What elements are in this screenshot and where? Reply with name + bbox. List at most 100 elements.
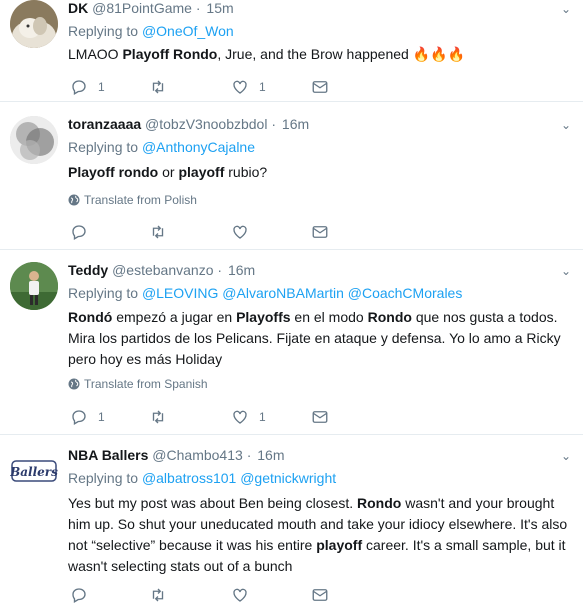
tweet-item[interactable]: ⌄ DK @81PointGame · 15m Replying to @One… bbox=[0, 0, 583, 102]
tweet-actions: 1 1 bbox=[68, 407, 368, 427]
text-fragment: LMAOO bbox=[68, 46, 123, 62]
tweet-actions bbox=[68, 222, 368, 242]
user-handle[interactable]: @tobzV3noobzbdol bbox=[145, 116, 267, 132]
envelope-icon bbox=[312, 81, 328, 93]
retweet-button[interactable] bbox=[149, 77, 167, 97]
avatar[interactable] bbox=[10, 116, 58, 164]
text-fragment: , Jrue, and the Brow happened bbox=[217, 46, 413, 62]
translate-label: Translate from Spanish bbox=[84, 377, 208, 391]
retweet-button[interactable] bbox=[149, 222, 167, 242]
dog-avatar-image bbox=[10, 0, 58, 48]
reply-count: 1 bbox=[98, 410, 105, 424]
like-button[interactable]: 1 bbox=[231, 407, 266, 427]
avatar[interactable] bbox=[10, 262, 58, 310]
tweet-text: LMAOO Playoff Rondo, Jrue, and the Brow … bbox=[68, 44, 568, 65]
chevron-down-icon[interactable]: ⌄ bbox=[561, 449, 571, 463]
tweet-text: Playoff rondo or playoff rubio? bbox=[68, 162, 568, 183]
separator-dot: · bbox=[217, 262, 223, 278]
like-button[interactable]: 1 bbox=[231, 77, 266, 97]
timestamp[interactable]: 16m bbox=[282, 116, 309, 132]
tweet-actions bbox=[68, 585, 368, 605]
replying-to: Replying to @AnthonyCajalne bbox=[68, 139, 255, 155]
text-highlight: playoff bbox=[316, 537, 363, 553]
retweet-icon bbox=[152, 80, 164, 94]
like-button[interactable] bbox=[231, 585, 249, 605]
tweet-text: Yes but my post was about Ben being clos… bbox=[68, 493, 568, 577]
replying-label: Replying to bbox=[68, 285, 139, 301]
like-button[interactable] bbox=[231, 222, 249, 242]
display-name[interactable]: NBA Ballers bbox=[68, 447, 148, 463]
user-handle[interactable]: @81PointGame bbox=[92, 0, 192, 16]
reply-button[interactable] bbox=[70, 222, 88, 242]
avatar[interactable] bbox=[10, 0, 58, 48]
reply-count: 1 bbox=[98, 80, 105, 94]
globe-icon bbox=[68, 194, 80, 206]
like-count: 1 bbox=[259, 80, 266, 94]
message-button[interactable] bbox=[311, 77, 329, 97]
replying-label: Replying to bbox=[68, 139, 139, 155]
ballers-logo-text: Ballers bbox=[10, 465, 58, 479]
smoke-avatar-image bbox=[10, 116, 58, 164]
chevron-down-icon[interactable]: ⌄ bbox=[561, 118, 571, 132]
heart-icon bbox=[233, 80, 247, 94]
envelope-icon bbox=[312, 411, 328, 423]
timestamp[interactable]: 16m bbox=[257, 447, 284, 463]
tweet-item[interactable]: ⌄ toranzaaaa @tobzV3noobzbdol · 16m Repl… bbox=[0, 102, 583, 250]
mention-link[interactable]: @AlvaroNBAMartin bbox=[222, 285, 344, 301]
reply-icon bbox=[72, 80, 86, 95]
message-button[interactable] bbox=[311, 407, 329, 427]
mention-link[interactable]: @CoachCMorales bbox=[348, 285, 463, 301]
timestamp[interactable]: 15m bbox=[206, 0, 233, 16]
tweet-item[interactable]: ⌄ Teddy @estebanvanzo · 16m Replying to … bbox=[0, 250, 583, 435]
retweet-button[interactable] bbox=[149, 407, 167, 427]
retweet-button[interactable] bbox=[149, 585, 167, 605]
tweet-header: toranzaaaa @tobzV3noobzbdol · 16m bbox=[68, 116, 309, 132]
heart-icon bbox=[233, 410, 247, 424]
tweet-text: Rondó empezó a jugar en Playoffs en el m… bbox=[68, 307, 568, 370]
translate-link[interactable]: Translate from Spanish bbox=[68, 377, 208, 391]
user-handle[interactable]: @estebanvanzo bbox=[112, 262, 213, 278]
text-fragment: rubio? bbox=[224, 164, 268, 180]
mention-link[interactable]: @albatross101 bbox=[142, 470, 236, 486]
separator-dot: · bbox=[271, 116, 277, 132]
mention-link[interactable]: @LEOVING bbox=[142, 285, 218, 301]
tweet-header: NBA Ballers @Chambo413 · 16m bbox=[68, 447, 284, 463]
display-name[interactable]: Teddy bbox=[68, 262, 108, 278]
reply-icon bbox=[72, 410, 86, 425]
user-handle[interactable]: @Chambo413 bbox=[152, 447, 243, 463]
player-avatar-image bbox=[10, 262, 58, 310]
mention-link[interactable]: @getnickwright bbox=[240, 470, 336, 486]
chevron-down-icon[interactable]: ⌄ bbox=[561, 264, 571, 278]
tweet-header: DK @81PointGame · 15m bbox=[68, 0, 234, 16]
translate-label: Translate from Polish bbox=[84, 193, 197, 207]
message-button[interactable] bbox=[311, 222, 329, 242]
text-fragment: Yes but my post was about Ben being clos… bbox=[68, 495, 357, 511]
replying-to: Replying to @LEOVING @AlvaroNBAMartin @C… bbox=[68, 285, 462, 301]
chevron-down-icon[interactable]: ⌄ bbox=[561, 2, 571, 16]
replying-to: Replying to @albatross101 @getnickwright bbox=[68, 470, 336, 486]
tweet-item[interactable]: Ballers ⌄ NBA Ballers @Chambo413 · 16m R… bbox=[0, 435, 583, 610]
text-highlight: playoff bbox=[178, 164, 225, 180]
globe-icon bbox=[68, 378, 80, 390]
reply-button[interactable] bbox=[70, 585, 88, 605]
timestamp[interactable]: 16m bbox=[228, 262, 255, 278]
avatar[interactable]: Ballers bbox=[10, 447, 58, 495]
reply-button[interactable]: 1 bbox=[70, 77, 105, 97]
text-highlight: Playoff Rondo bbox=[122, 46, 218, 62]
text-highlight: Rondo bbox=[357, 495, 402, 511]
reply-button[interactable]: 1 bbox=[70, 407, 105, 427]
retweet-icon bbox=[152, 225, 164, 239]
retweet-icon bbox=[152, 410, 164, 424]
tweet-header: Teddy @estebanvanzo · 16m bbox=[68, 262, 255, 278]
replying-label: Replying to bbox=[68, 23, 139, 39]
reply-icon bbox=[72, 225, 86, 240]
message-button[interactable] bbox=[311, 585, 329, 605]
mention-link[interactable]: @OneOf_Won bbox=[142, 23, 234, 39]
fire-emoji: 🔥🔥🔥 bbox=[412, 46, 466, 62]
mention-link[interactable]: @AnthonyCajalne bbox=[142, 139, 255, 155]
retweet-icon bbox=[152, 588, 164, 602]
translate-link[interactable]: Translate from Polish bbox=[68, 193, 197, 207]
display-name[interactable]: toranzaaaa bbox=[68, 116, 141, 132]
like-count: 1 bbox=[259, 410, 266, 424]
display-name[interactable]: DK bbox=[68, 0, 88, 16]
